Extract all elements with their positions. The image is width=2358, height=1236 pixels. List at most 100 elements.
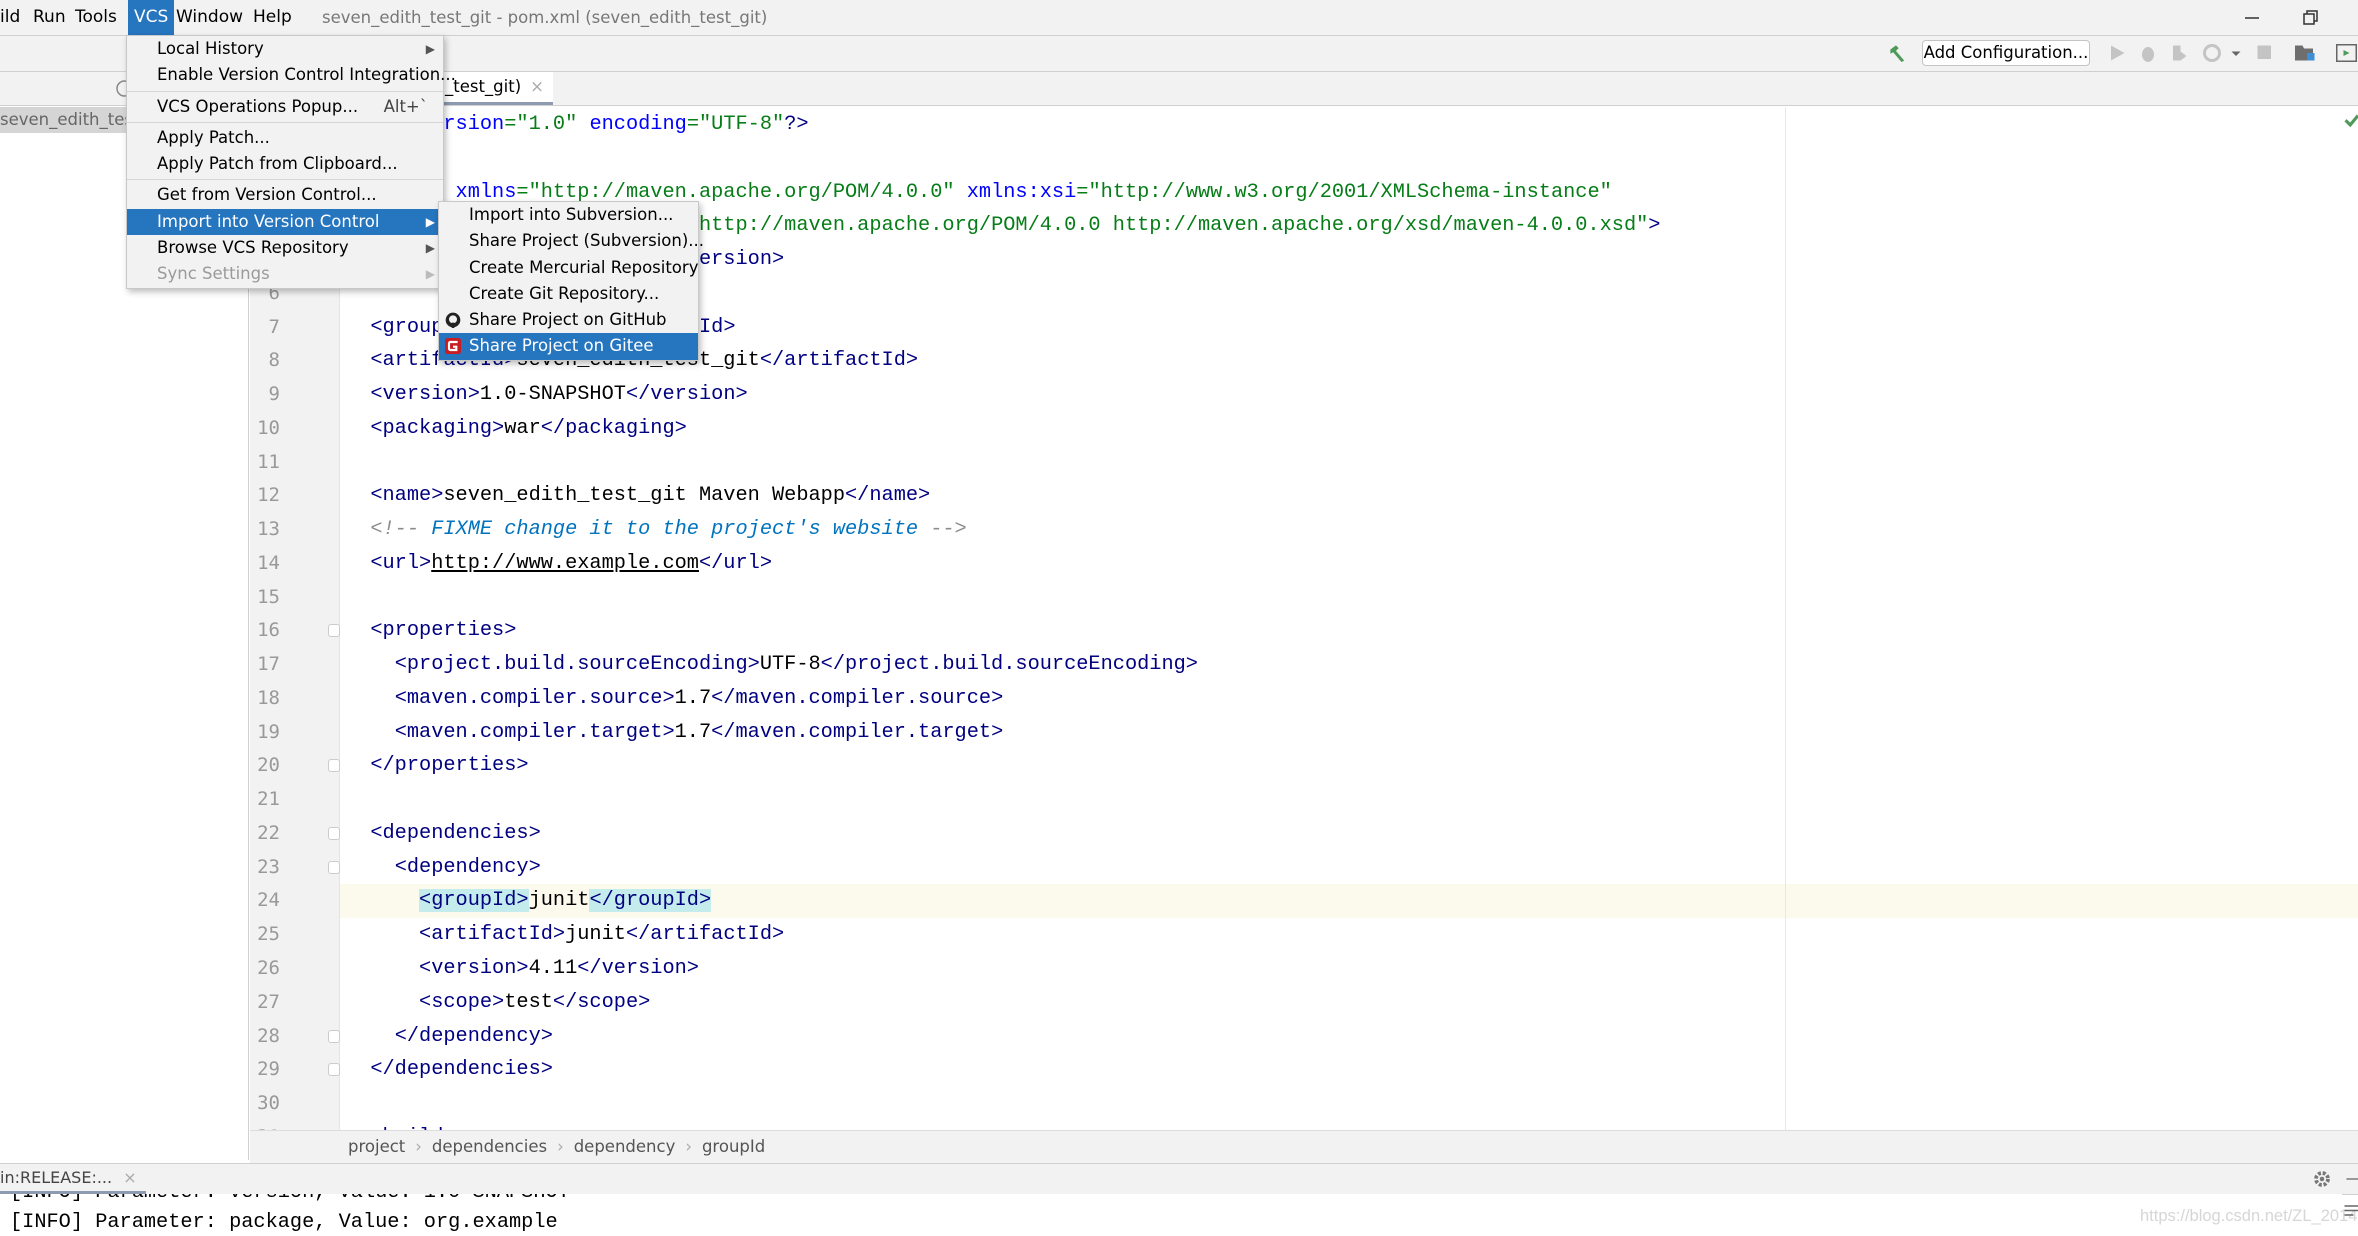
minimize-button[interactable]	[2229, 0, 2274, 35]
vcs-menu-item-apply-patch[interactable]: Apply Patch...	[127, 125, 443, 151]
tab-close-icon[interactable]: ×	[530, 77, 544, 96]
coverage-icon[interactable]	[2170, 44, 2188, 62]
code-line[interactable]: <!-- FIXME change it to the project's we…	[346, 513, 967, 546]
code-token: 1.7	[674, 686, 712, 710]
code-line[interactable]: <packaging>war</packaging>	[346, 412, 687, 445]
submenu-item-share-project-subversion[interactable]: Share Project (Subversion)...	[439, 228, 704, 254]
fold-marker-icon[interactable]	[328, 826, 340, 840]
soft-wrap-icon[interactable]	[2343, 1203, 2358, 1221]
settings-gear-icon[interactable]	[2313, 1170, 2331, 1188]
code-token: ="http://www.w3.org/2001/XMLSchema-insta…	[1076, 180, 1612, 204]
xml-tag: <properties>	[370, 619, 517, 643]
line-number: 17	[257, 653, 280, 676]
xml-tag: <groupId>	[419, 889, 529, 913]
code-line[interactable]: <url>http://www.example.com</url>	[346, 547, 772, 580]
vcs-menu: Local History ▶ Enable Version Control Int…	[126, 35, 456, 289]
console-output[interactable]: [INFO] Parameter: version, Value: 1.0-SN…	[0, 1194, 2342, 1236]
code-line[interactable]: <dependencies>	[346, 817, 541, 850]
hide-panel-icon[interactable]	[2345, 1170, 2358, 1188]
code-line[interactable]: <name>seven_edith_test_git Maven Webapp<…	[346, 479, 930, 512]
menu-item-label: Create Mercurial Repository	[469, 257, 699, 277]
xml-tag: >	[1648, 214, 1661, 238]
code-line[interactable]: </properties>	[346, 749, 528, 782]
fold-marker-icon[interactable]	[328, 1063, 340, 1077]
run-tab-close-icon[interactable]: ×	[123, 1168, 136, 1187]
vcs-menu-item-vcs-operations-popup[interactable]: VCS Operations Popup... Alt+`	[127, 94, 443, 120]
code-line[interactable]: <version>1.0-SNAPSHOT</version>	[346, 378, 747, 411]
code-line[interactable]: </dependency>	[346, 1020, 553, 1053]
code-line[interactable]: <dependency>	[346, 851, 541, 884]
menu-run[interactable]: Run	[27, 0, 72, 35]
code-token: <!--	[370, 518, 432, 542]
fold-marker-icon[interactable]	[328, 1029, 340, 1043]
xml-tag: </dependencies>	[370, 1058, 553, 1082]
fold-marker-icon[interactable]	[328, 759, 340, 773]
code-line[interactable]: <project.build.sourceEncoding>UTF-8</pro…	[346, 648, 1198, 681]
menu-vcs[interactable]: VCS	[128, 0, 175, 35]
menu-item-label: Sync Settings	[157, 264, 270, 284]
xml-tag: </scope>	[552, 990, 651, 1014]
add-configuration-button[interactable]: Add Configuration...	[1922, 40, 2090, 66]
submenu-item-create-mercurial-repository[interactable]: Create Mercurial Repository	[439, 255, 698, 281]
xml-tag: </maven.compiler.source>	[711, 686, 1004, 710]
breadcrumb-dependency[interactable]: dependency	[574, 1137, 676, 1156]
tab-pom-xml[interactable]: _test_git) ×	[439, 72, 553, 105]
debug-bug-icon[interactable]	[2139, 44, 2157, 62]
line-number: 28	[257, 1024, 280, 1047]
run-tab[interactable]: in:RELEASE:... ×	[0, 1164, 146, 1194]
xml-tag: <dependency>	[394, 855, 541, 879]
xml-tag: <artifactId>	[419, 923, 566, 947]
code-token: xmlns:xsi	[966, 180, 1077, 204]
submenu-item-create-git-repository[interactable]: Create Git Repository...	[439, 281, 698, 307]
code-line[interactable]: <properties>	[346, 614, 516, 647]
fold-marker-icon[interactable]	[328, 624, 340, 638]
breadcrumb-project[interactable]: project	[348, 1137, 405, 1156]
menu-item-label: Create Git Repository...	[469, 283, 660, 303]
code-token: -->	[918, 518, 967, 542]
restore-button[interactable]	[2288, 0, 2333, 35]
menu-help[interactable]: Help	[247, 0, 298, 35]
xml-tag: <dependencies>	[370, 821, 541, 845]
code-line[interactable]: <artifactId>junit</artifactId>	[346, 918, 784, 951]
code-token: 1.0-SNAPSHOT	[479, 383, 626, 407]
code-line[interactable]: <groupId>junit</groupId>	[346, 884, 712, 917]
code-line[interactable]: <version>4.11</version>	[346, 952, 699, 985]
stop-icon[interactable]	[2256, 44, 2274, 62]
run-icon[interactable]	[2108, 44, 2126, 62]
vcs-menu-item-sync-settings: Sync Settings ▶	[127, 261, 443, 287]
vcs-menu-item-browse-vcs-repository[interactable]: Browse VCS Repository ▶	[127, 235, 443, 261]
vcs-menu-item-enable-version-control-integration[interactable]: Enable Version Control Integration...	[127, 62, 456, 88]
xml-tag: </packaging>	[540, 416, 687, 440]
minimize-icon	[2245, 17, 2259, 19]
menu-window[interactable]: Window	[170, 0, 249, 35]
vcs-menu-item-apply-patch-from-clipboard[interactable]: Apply Patch from Clipboard...	[127, 151, 443, 177]
code-line[interactable]: <build>	[346, 1121, 455, 1130]
code-line[interactable]: </dependencies>	[346, 1053, 553, 1086]
project-structure-icon[interactable]	[2295, 44, 2316, 62]
vcs-menu-item-local-history[interactable]: Local History ▶	[127, 36, 443, 62]
ide-window: ild Run Tools VCS Window Help seven_edit…	[0, 0, 2358, 1236]
console-line: [INFO] Parameter: package, Value: org.ex…	[10, 1211, 558, 1234]
breadcrumb-groupid[interactable]: groupId	[702, 1137, 765, 1156]
menu-build[interactable]: ild	[0, 0, 26, 35]
menu-tools[interactable]: Tools	[69, 0, 123, 35]
profile-icon[interactable]	[2203, 44, 2245, 62]
code-line[interactable]: <maven.compiler.target>1.7</maven.compil…	[346, 716, 1004, 749]
vcs-menu-item-get-from-version-control[interactable]: Get from Version Control...	[127, 182, 443, 208]
fold-marker-icon[interactable]	[328, 860, 340, 874]
submenu-item-import-into-subversion[interactable]: Import into Subversion...	[439, 202, 698, 228]
code-line[interactable]: <maven.compiler.source>1.7</maven.compil…	[346, 682, 1004, 715]
code-token: 4.11	[528, 957, 578, 980]
code-line[interactable]: <scope>test</scope>	[346, 986, 650, 1019]
line-number: 25	[257, 923, 280, 946]
vcs-menu-item-import-into-version-control[interactable]: Import into Version Control ▶	[127, 208, 443, 236]
breadcrumb-dependencies[interactable]: dependencies	[432, 1137, 547, 1156]
submenu-item-share-project-on-github[interactable]: Share Project on GitHub	[439, 307, 698, 333]
run-anything-icon[interactable]	[2336, 44, 2357, 62]
submenu-item-share-project-on-gitee[interactable]: Share Project on Gitee	[439, 333, 698, 360]
build-hammer-icon[interactable]	[1889, 44, 1907, 62]
